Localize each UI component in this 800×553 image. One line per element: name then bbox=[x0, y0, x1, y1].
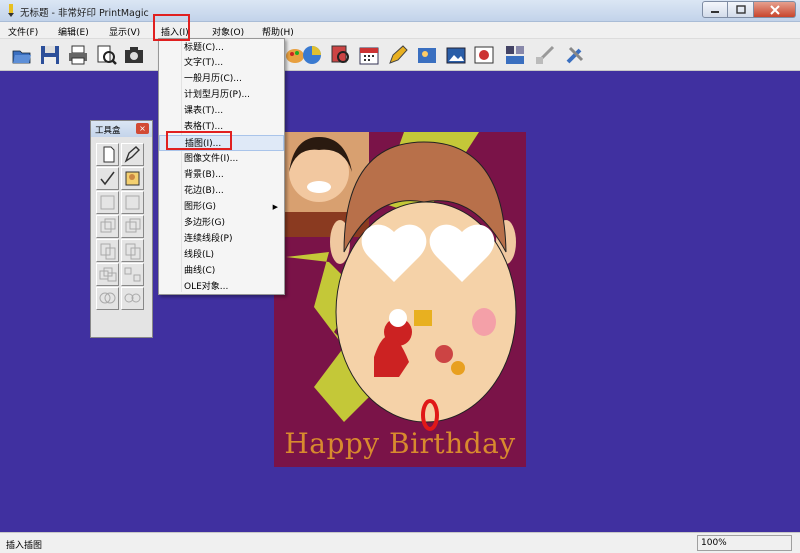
close-button[interactable] bbox=[754, 1, 796, 18]
title-bar: 无标题 - 非常好印 PrintMagic bbox=[0, 0, 800, 22]
pencil-icon bbox=[124, 146, 140, 163]
select-tool[interactable] bbox=[96, 143, 119, 166]
person-icon bbox=[125, 171, 140, 186]
copy-tool bbox=[96, 239, 119, 262]
align-right-tool bbox=[121, 191, 144, 214]
highlight-box-clipart-item bbox=[166, 131, 232, 150]
menu-item-text[interactable]: 文字(T)... bbox=[159, 55, 284, 71]
menu-item-line[interactable]: 线段(L) bbox=[159, 247, 284, 263]
app-icon bbox=[8, 4, 14, 17]
insert-menu-dropdown: 标题(C)... 文字(T)... 一般月历(C)... 计划型月历(P)...… bbox=[158, 38, 285, 295]
group-tool bbox=[96, 287, 119, 310]
duplicate-tool bbox=[96, 263, 119, 286]
menu-view[interactable]: 显示(V) bbox=[109, 25, 140, 38]
open-icon[interactable] bbox=[10, 43, 34, 67]
minimize-button[interactable] bbox=[702, 1, 728, 18]
close-icon bbox=[769, 4, 780, 15]
clipart-icon[interactable] bbox=[415, 43, 439, 67]
menu-item-title[interactable]: 标题(C)... bbox=[159, 40, 284, 56]
picture-tool[interactable] bbox=[121, 167, 144, 190]
resize-icon[interactable] bbox=[533, 43, 557, 67]
check-pen-icon bbox=[100, 171, 115, 186]
menu-object[interactable]: 对象(O) bbox=[212, 25, 244, 38]
menu-help[interactable]: 帮助(H) bbox=[262, 25, 294, 38]
menu-item-background[interactable]: 背景(B)... bbox=[159, 167, 284, 183]
menu-item-shape[interactable]: 图形(G) ▶ bbox=[159, 199, 284, 215]
ungroup-tool bbox=[121, 287, 144, 310]
align-icon bbox=[125, 195, 140, 210]
paste-tool bbox=[121, 239, 144, 262]
card-greeting-text[interactable]: Happy Birthday bbox=[274, 427, 526, 460]
toolbox-panel: 工具盒 × bbox=[90, 120, 153, 338]
highlight-box-insert-menu bbox=[153, 14, 190, 41]
distribute-icon bbox=[124, 267, 141, 282]
distribute-tool bbox=[121, 263, 144, 286]
print-preview-icon[interactable] bbox=[94, 43, 118, 67]
image-icon[interactable] bbox=[444, 43, 468, 67]
zoom-level: 100% bbox=[697, 535, 792, 551]
menu-item-ole-object[interactable]: OLE对象... bbox=[159, 279, 284, 295]
maximize-button[interactable] bbox=[728, 1, 754, 18]
layer-icon bbox=[100, 218, 116, 233]
frame-icon[interactable] bbox=[472, 43, 496, 67]
menu-item-border[interactable]: 花边(B)... bbox=[159, 183, 284, 199]
camera-icon[interactable] bbox=[122, 43, 146, 67]
calendar-icon[interactable] bbox=[357, 43, 381, 67]
chart-icon[interactable] bbox=[300, 43, 324, 67]
layers-icon bbox=[99, 267, 117, 282]
minimize-icon bbox=[711, 10, 719, 13]
birthday-card[interactable]: Happy Birthday bbox=[274, 132, 526, 467]
paste-icon bbox=[125, 243, 141, 260]
card-artwork bbox=[284, 132, 517, 431]
layer-icon bbox=[125, 218, 141, 233]
maximize-icon bbox=[735, 5, 746, 14]
align-icon bbox=[100, 195, 115, 210]
menu-item-timetable[interactable]: 课表(T)... bbox=[159, 103, 284, 119]
layout-icon[interactable] bbox=[503, 43, 527, 67]
line-tool[interactable] bbox=[96, 167, 119, 190]
menu-item-monthly-calendar[interactable]: 一般月历(C)... bbox=[159, 71, 284, 87]
menu-item-image-file[interactable]: 图像文件(I)... bbox=[159, 151, 284, 167]
submenu-arrow-icon: ▶ bbox=[272, 203, 278, 211]
menu-file[interactable]: 文件(F) bbox=[8, 25, 38, 38]
toolbox-close-button[interactable]: × bbox=[136, 123, 149, 134]
draw-tool[interactable] bbox=[121, 143, 144, 166]
window-title: 无标题 - 非常好印 PrintMagic bbox=[20, 8, 149, 19]
menu-item-polygon[interactable]: 多边形(G) bbox=[159, 215, 284, 231]
menu-item-planner-calendar[interactable]: 计划型月历(P)... bbox=[159, 87, 284, 103]
pencil-icon[interactable] bbox=[386, 43, 410, 67]
tools-icon[interactable] bbox=[563, 43, 587, 67]
send-back-tool bbox=[121, 215, 144, 238]
menu-bar: 文件(F) 编辑(E) 显示(V) 插入(I) 对象(O) 帮助(H) bbox=[0, 22, 800, 39]
print-icon[interactable] bbox=[66, 43, 90, 67]
copy-icon bbox=[100, 243, 116, 260]
page-icon bbox=[103, 146, 115, 163]
align-left-tool bbox=[96, 191, 119, 214]
menu-item-curve[interactable]: 曲线(C) bbox=[159, 263, 284, 279]
save-icon[interactable] bbox=[38, 43, 62, 67]
status-message: 插入插图 bbox=[6, 541, 43, 551]
bring-front-tool bbox=[96, 215, 119, 238]
zoom-photo-icon[interactable] bbox=[329, 43, 353, 67]
group-icon bbox=[99, 292, 116, 304]
status-bar: 插入插图 100% bbox=[0, 532, 800, 553]
ungroup-icon bbox=[124, 293, 141, 303]
menu-item-polyline[interactable]: 连续线段(P) bbox=[159, 231, 284, 247]
menu-edit[interactable]: 编辑(E) bbox=[58, 25, 89, 38]
toolbar bbox=[0, 39, 800, 71]
